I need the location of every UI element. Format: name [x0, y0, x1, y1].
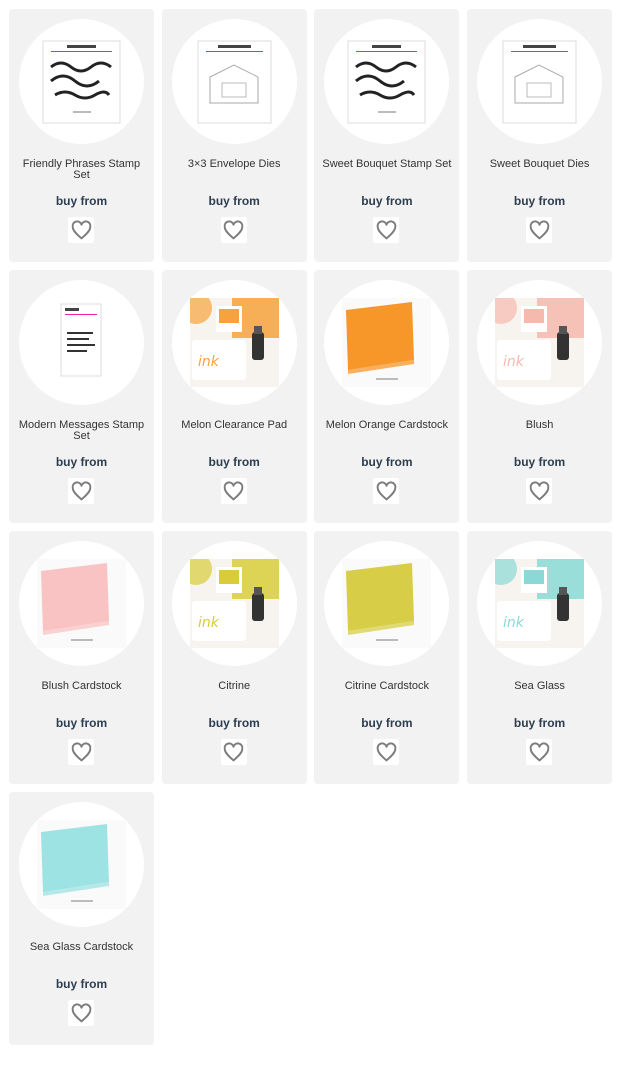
buy-from-link[interactable]: buy from [162, 194, 307, 208]
product-title[interactable]: Sea Glass Cardstock [15, 942, 148, 953]
heart-icon[interactable] [220, 478, 247, 504]
product-grid: Friendly Phrases Stamp Set buy from 3×3 En… [9, 9, 613, 1045]
buy-from-link[interactable]: buy from [314, 455, 459, 469]
product-title[interactable]: Citrine [168, 681, 301, 692]
buy-from-link[interactable]: buy from [467, 716, 612, 730]
svg-text:ink: ink [198, 354, 220, 370]
product-title[interactable]: Citrine Cardstock [320, 681, 453, 692]
ink-pad-thumbnail[interactable]: ink [477, 541, 603, 666]
product-card: ink Blush buy from [467, 270, 613, 523]
product-title[interactable]: Friendly Phrases Stamp Set [15, 159, 148, 181]
product-card: ink Citrine buy from [161, 531, 307, 784]
product-card: 3×3 Envelope Dies buy from [161, 9, 307, 262]
heart-icon[interactable] [220, 739, 247, 765]
stamp-set-thumbnail[interactable] [19, 280, 144, 405]
buy-from-link[interactable]: buy from [9, 194, 154, 208]
buy-from-link[interactable]: buy from [9, 455, 154, 469]
product-card: Modern Messages Stamp Set buy from [9, 270, 154, 523]
heart-icon[interactable] [68, 1000, 94, 1026]
product-title[interactable]: Sea Glass [473, 681, 606, 692]
product-title[interactable]: Sweet Bouquet Stamp Set [320, 159, 453, 170]
product-card: Citrine Cardstock buy from [314, 531, 460, 784]
svg-text:ink: ink [503, 354, 525, 370]
buy-from-link[interactable]: buy from [314, 716, 459, 730]
product-title[interactable]: 3×3 Envelope Dies [168, 159, 301, 170]
product-title[interactable]: Blush Cardstock [15, 681, 148, 692]
product-title[interactable]: Modern Messages Stamp Set [15, 420, 148, 442]
buy-from-link[interactable]: buy from [9, 716, 154, 730]
product-card: Friendly Phrases Stamp Set buy from [9, 9, 154, 262]
heart-icon[interactable] [373, 478, 400, 504]
cardstock-thumbnail[interactable] [19, 802, 144, 927]
cardstock-thumbnail[interactable] [19, 541, 144, 666]
product-card: ink Sea Glass buy from [467, 531, 613, 784]
buy-from-link[interactable]: buy from [467, 194, 612, 208]
svg-text:ink: ink [198, 615, 220, 631]
cardstock-thumbnail[interactable] [324, 280, 450, 405]
product-title[interactable]: Melon Orange Cardstock [320, 420, 453, 431]
ink-pad-thumbnail[interactable]: ink [171, 280, 297, 405]
heart-icon[interactable] [68, 739, 94, 765]
heart-icon[interactable] [220, 217, 247, 243]
product-card: Sea Glass Cardstock buy from [9, 792, 154, 1045]
ink-pad-thumbnail[interactable]: ink [171, 541, 297, 666]
heart-icon[interactable] [68, 478, 94, 504]
heart-icon[interactable] [373, 217, 400, 243]
heart-icon[interactable] [373, 739, 400, 765]
die-set-thumbnail[interactable] [171, 19, 297, 144]
stamp-set-thumbnail[interactable] [19, 19, 144, 144]
heart-icon[interactable] [526, 217, 553, 243]
product-card: Blush Cardstock buy from [9, 531, 154, 784]
svg-text:ink: ink [503, 615, 525, 631]
buy-from-link[interactable]: buy from [9, 977, 154, 991]
product-title[interactable]: Blush [473, 420, 606, 431]
cardstock-thumbnail[interactable] [324, 541, 450, 666]
buy-from-link[interactable]: buy from [162, 716, 307, 730]
die-set-thumbnail[interactable] [477, 19, 603, 144]
product-card: ink Melon Clearance Pad buy from [161, 270, 307, 523]
heart-icon[interactable] [68, 217, 94, 243]
product-title[interactable]: Melon Clearance Pad [168, 420, 301, 431]
product-card: Sweet Bouquet Dies buy from [467, 9, 613, 262]
product-card: Sweet Bouquet Stamp Set buy from [314, 9, 460, 262]
heart-icon[interactable] [526, 478, 553, 504]
ink-pad-thumbnail[interactable]: ink [477, 280, 603, 405]
buy-from-link[interactable]: buy from [467, 455, 612, 469]
heart-icon[interactable] [526, 739, 553, 765]
stamp-set-thumbnail[interactable] [324, 19, 450, 144]
buy-from-link[interactable]: buy from [314, 194, 459, 208]
product-title[interactable]: Sweet Bouquet Dies [473, 159, 606, 170]
buy-from-link[interactable]: buy from [162, 455, 307, 469]
product-card: Melon Orange Cardstock buy from [314, 270, 460, 523]
